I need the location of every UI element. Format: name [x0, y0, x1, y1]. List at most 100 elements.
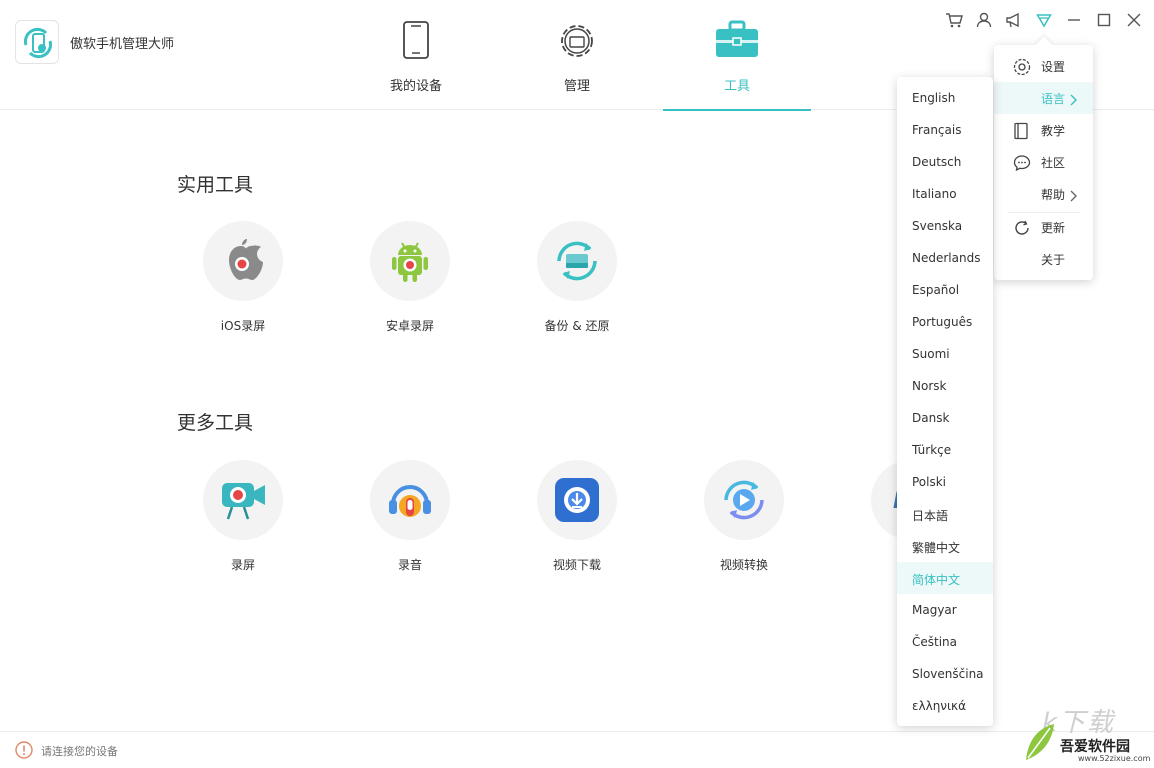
- lang-label: 简体中文: [912, 573, 961, 587]
- android-record-icon: [370, 221, 450, 301]
- lang-label: Français: [912, 123, 962, 137]
- tool-label: iOS录屏: [220, 319, 266, 333]
- gear-icon: [1013, 58, 1031, 80]
- lang-item-japanese[interactable]: 日本語: [897, 498, 993, 530]
- camera-record-icon: [203, 460, 283, 540]
- app-logo: [15, 20, 59, 64]
- lang-item-spanish[interactable]: Español: [897, 274, 993, 306]
- maximize-icon[interactable]: [1094, 10, 1114, 30]
- menu-item-help[interactable]: 帮助: [994, 178, 1093, 210]
- lang-item-czech[interactable]: Čeština: [897, 626, 993, 658]
- tool-label: 录音: [397, 558, 422, 572]
- tab-label: 管理: [563, 79, 590, 94]
- lang-item-italian[interactable]: Italiano: [897, 178, 993, 210]
- status-text: 请连接您的设备: [41, 745, 118, 758]
- warning-icon: [15, 741, 33, 763]
- backup-restore-icon: [537, 221, 617, 301]
- leaf-icon: [1026, 724, 1054, 760]
- lang-item-swedish[interactable]: Svenska: [897, 210, 993, 242]
- chevron-right-icon: [1070, 187, 1078, 206]
- tool-android-record[interactable]: 安卓录屏: [350, 221, 470, 334]
- lang-item-finnish[interactable]: Suomi: [897, 338, 993, 370]
- section-title-practical: 实用工具: [177, 174, 254, 196]
- audio-record-icon: [370, 460, 450, 540]
- lang-item-polish[interactable]: Polski: [897, 466, 993, 498]
- lang-label: Deutsch: [912, 155, 962, 169]
- close-icon[interactable]: [1124, 10, 1144, 30]
- book-icon: [1013, 122, 1029, 144]
- lang-item-english[interactable]: English: [897, 82, 993, 114]
- tool-label: 备份 & 还原: [544, 319, 610, 333]
- chevron-right-icon: [1070, 91, 1078, 110]
- lang-item-german[interactable]: Deutsch: [897, 146, 993, 178]
- minimize-icon[interactable]: [1064, 10, 1084, 30]
- tool-label: 安卓录屏: [385, 319, 434, 333]
- lang-label: 日本語: [912, 509, 949, 523]
- user-icon[interactable]: [974, 10, 994, 30]
- menu-item-label: 语言: [1041, 92, 1066, 106]
- lang-label: Norsk: [912, 379, 947, 393]
- tool-audio-record[interactable]: 录音: [350, 460, 470, 573]
- watermark-text: 吾爱软件园: [1060, 739, 1130, 755]
- refresh-icon: [1013, 219, 1031, 241]
- tool-screen-record[interactable]: 录屏: [183, 460, 303, 573]
- lang-item-slovenian[interactable]: Slovenščina: [897, 658, 993, 690]
- menu-item-update[interactable]: 更新: [994, 211, 1093, 243]
- lang-item-danish[interactable]: Dansk: [897, 402, 993, 434]
- menu-item-label: 教学: [1041, 124, 1066, 138]
- lang-label: Español: [912, 283, 960, 297]
- video-download-icon: [537, 460, 617, 540]
- menu-item-language[interactable]: 语言: [994, 82, 1093, 114]
- menu-item-community[interactable]: 社区: [994, 146, 1093, 178]
- tab-manage[interactable]: 管理: [503, 0, 651, 110]
- megaphone-icon[interactable]: [1004, 10, 1024, 30]
- tab-my-devices[interactable]: 我的设备: [342, 0, 490, 110]
- tab-label: 工具: [723, 79, 750, 94]
- lang-item-turkish[interactable]: Türkçe: [897, 434, 993, 466]
- lang-label: Magyar: [912, 603, 957, 617]
- lang-label: Türkçe: [912, 443, 952, 457]
- tool-ios-record[interactable]: iOS录屏: [183, 221, 303, 334]
- lang-label: Svenska: [912, 219, 963, 233]
- lang-item-greek[interactable]: ελληνικά: [897, 690, 993, 722]
- menu-item-about[interactable]: 关于: [994, 243, 1093, 275]
- menu-item-label: 社区: [1041, 156, 1066, 170]
- tool-backup-restore[interactable]: 备份 & 还原: [517, 221, 637, 334]
- menu-item-label: 关于: [1041, 253, 1066, 267]
- lang-label: ελληνικά: [912, 699, 967, 713]
- lang-item-portuguese[interactable]: Português: [897, 306, 993, 338]
- app-window: 傲软手机管理大师 我的设备 管理 工具 实用工具 iOS录屏 安卓录屏 备份 &…: [0, 0, 1154, 768]
- tool-video-download[interactable]: 视频下载: [517, 460, 637, 573]
- toolbox-icon: [715, 20, 759, 64]
- lang-label: Polski: [912, 475, 947, 489]
- lang-item-hungarian[interactable]: Magyar: [897, 594, 993, 626]
- tool-video-convert[interactable]: 视频转换: [684, 460, 804, 573]
- app-title: 傲软手机管理大师: [70, 37, 175, 52]
- gear-folder-icon: [556, 20, 598, 66]
- lang-item-norwegian[interactable]: Norsk: [897, 370, 993, 402]
- phone-icon: [401, 20, 431, 64]
- tab-tools[interactable]: 工具: [663, 0, 811, 111]
- lang-label: Nederlands: [912, 251, 981, 265]
- lang-item-traditional-chinese[interactable]: 繁體中文: [897, 530, 993, 562]
- lang-item-french[interactable]: Français: [897, 114, 993, 146]
- menu-item-tutorial[interactable]: 教学: [994, 114, 1093, 146]
- lang-label: English: [912, 91, 956, 105]
- section-title-more: 更多工具: [177, 412, 254, 434]
- tool-label: 视频转换: [719, 558, 768, 572]
- tool-label: 视频下载: [552, 558, 601, 572]
- lang-label: Slovenščina: [912, 667, 984, 681]
- menu-item-settings[interactable]: 设置: [994, 50, 1093, 82]
- apple-record-icon: [203, 221, 283, 301]
- language-menu: English Français Deutsch Italiano Svensk…: [897, 77, 993, 726]
- lang-label: Dansk: [912, 411, 950, 425]
- tab-label: 我的设备: [389, 79, 442, 94]
- cart-icon[interactable]: [944, 10, 964, 30]
- lang-item-simplified-chinese[interactable]: 简体中文: [897, 562, 993, 594]
- chat-icon: [1013, 154, 1031, 176]
- lang-label: Italiano: [912, 187, 957, 201]
- lang-label: Português: [912, 315, 973, 329]
- menu-triangle-icon[interactable]: [1034, 10, 1054, 30]
- lang-label: Suomi: [912, 347, 950, 361]
- lang-item-dutch[interactable]: Nederlands: [897, 242, 993, 274]
